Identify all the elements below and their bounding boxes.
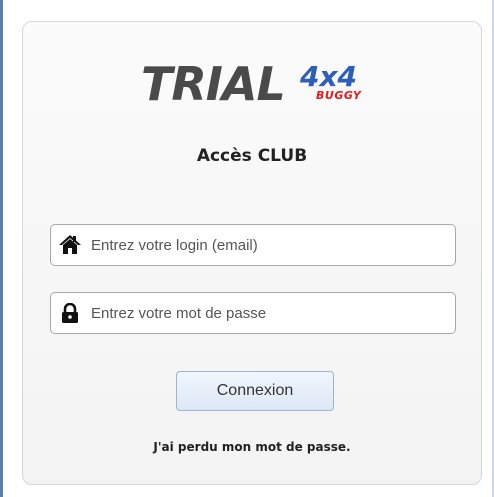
logo-text-trial: TRIAL xyxy=(141,57,286,111)
lost-password-link[interactable]: J'ai perdu mon mot de passe. xyxy=(23,440,481,454)
login-input[interactable] xyxy=(91,225,447,265)
password-input[interactable] xyxy=(91,293,447,333)
logo-text-buggy: BUGGY xyxy=(316,89,362,102)
logo-mark: 4x4 BUGGY xyxy=(298,62,368,102)
logo-text-4x4: 4x4 xyxy=(300,60,358,93)
lock-icon xyxy=(59,302,81,323)
password-field[interactable] xyxy=(50,292,456,334)
login-field[interactable] xyxy=(50,224,456,266)
home-icon xyxy=(59,235,81,255)
connexion-button[interactable]: Connexion xyxy=(176,371,334,411)
login-card: TRIAL 4x4 BUGGY Accès CLUB Connexion J'a xyxy=(22,21,482,485)
window-frame-left xyxy=(0,0,3,497)
page-title: Accès CLUB xyxy=(196,146,308,166)
trial-4x4-buggy-logo: TRIAL 4x4 BUGGY xyxy=(141,56,371,112)
